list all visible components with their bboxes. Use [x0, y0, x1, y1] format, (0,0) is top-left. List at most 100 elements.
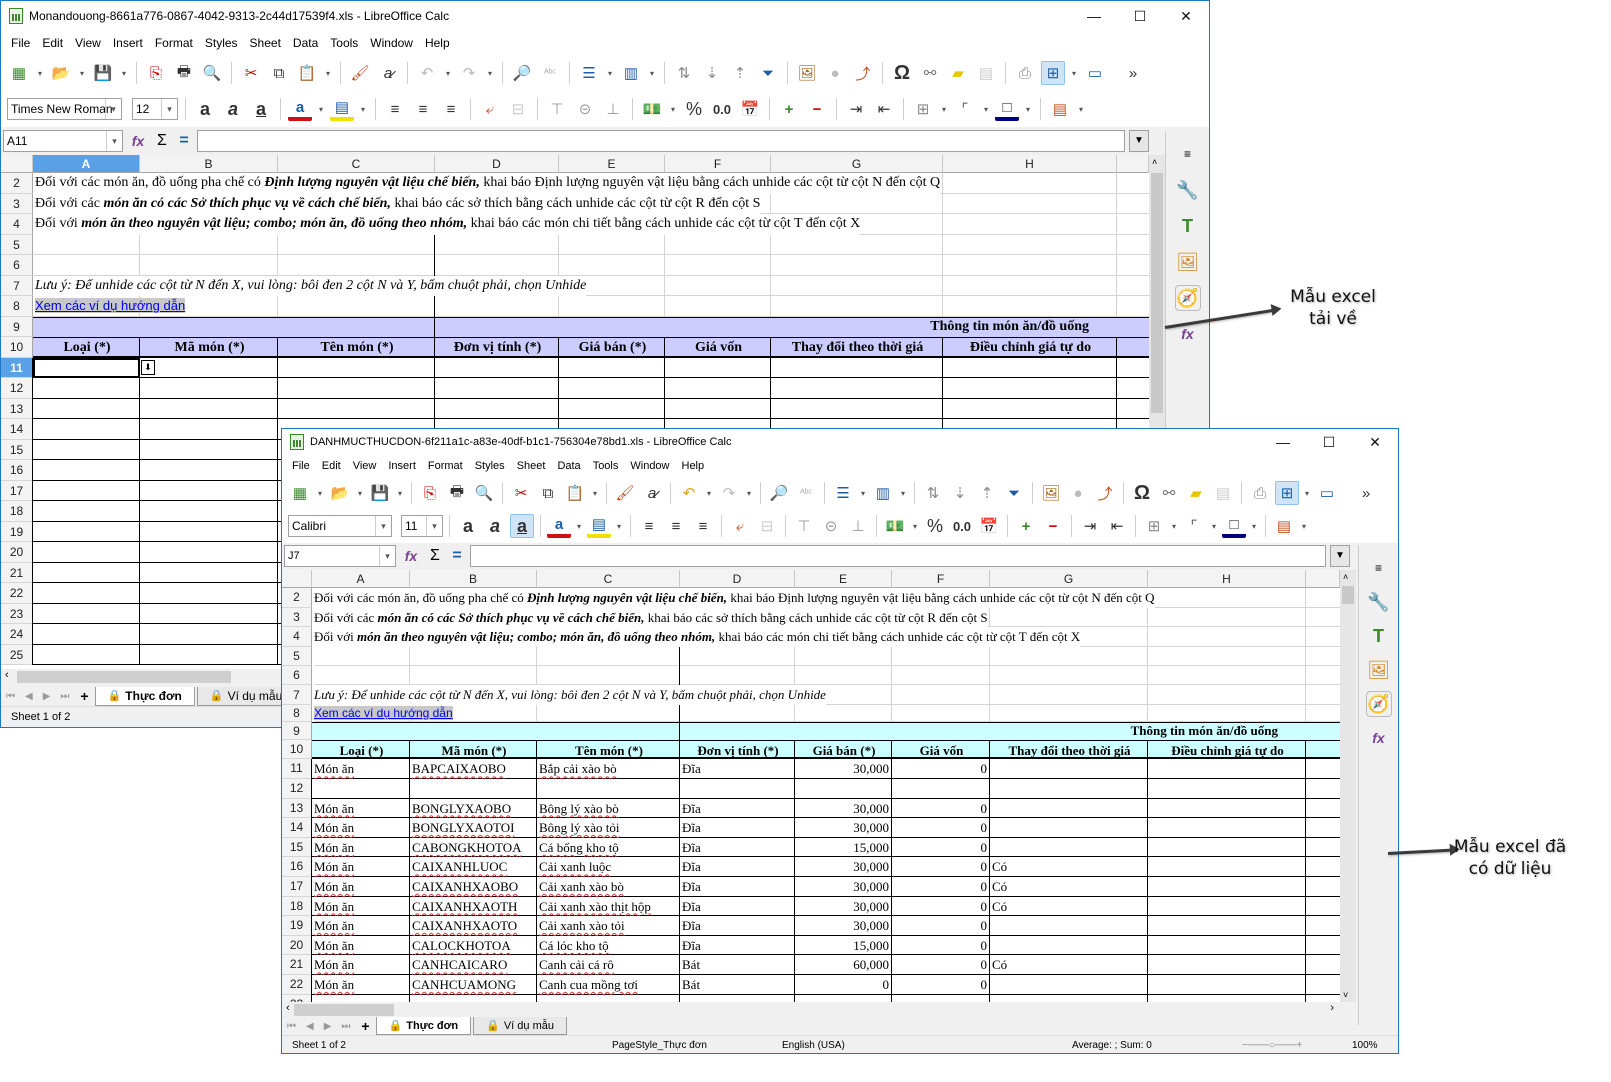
row-header-6[interactable]: 6: [282, 665, 312, 685]
row-header-7[interactable]: 7: [1, 275, 33, 296]
percent-icon[interactable]: %: [682, 97, 706, 121]
menu-window[interactable]: Window: [364, 36, 419, 50]
cell-gia-ban[interactable]: 30,000: [795, 799, 889, 819]
add-sheet-button[interactable]: +: [355, 1018, 375, 1034]
column-header-b[interactable]: B: [410, 570, 537, 588]
cell-ma-mon[interactable]: CAIXANHXAOTH: [410, 897, 535, 917]
clear-formatting-icon[interactable]: a̷: [640, 481, 664, 505]
column-header-a[interactable]: A: [312, 570, 410, 588]
split-window-icon[interactable]: ▭: [1083, 61, 1107, 85]
menu-edit[interactable]: Edit: [316, 460, 347, 472]
column-header-h[interactable]: H: [943, 155, 1117, 173]
font-color-dropdown-icon[interactable]: ▾: [316, 97, 326, 121]
align-bottom-icon[interactable]: ⊥: [601, 97, 625, 121]
row-header-18[interactable]: 18: [1, 501, 33, 522]
name-box[interactable]: J7 ▾: [284, 545, 396, 567]
row-header-23[interactable]: 23: [1, 603, 33, 624]
column-header-a[interactable]: A: [33, 155, 140, 173]
cell-gia-von[interactable]: 0: [892, 955, 988, 975]
border-style-icon[interactable]: ⌜: [1182, 514, 1206, 538]
merge-cells-icon[interactable]: ⊟: [755, 514, 779, 538]
comment-icon[interactable]: ▰: [1184, 481, 1208, 505]
menu-tools[interactable]: Tools: [324, 36, 364, 50]
cell-don-vi-tinh[interactable]: Đĩa: [680, 838, 793, 858]
open-folder-icon[interactable]: 📂: [49, 61, 73, 85]
copy-icon[interactable]: ⧉: [536, 481, 560, 505]
row-header-12[interactable]: 12: [1, 378, 33, 399]
font-name-select[interactable]: Times New Roman ▾: [7, 98, 122, 120]
cell-loai[interactable]: Món ăn: [312, 916, 408, 936]
freeze-dropdown-icon[interactable]: ▾: [1069, 61, 1079, 85]
redo-icon[interactable]: ↷: [717, 481, 741, 505]
cell-loai[interactable]: Món ăn: [312, 877, 408, 897]
border-style-dropdown-icon[interactable]: ▾: [981, 97, 991, 121]
insert-image-icon[interactable]: 🖼: [795, 61, 819, 85]
number-format-icon[interactable]: 0.0: [710, 97, 734, 121]
column-dropdown-icon[interactable]: ▾: [898, 481, 908, 505]
next-sheet-icon[interactable]: ▶: [319, 1021, 337, 1032]
row-header-3[interactable]: 3: [282, 607, 312, 628]
cell-thay-doi[interactable]: Có: [990, 877, 1146, 897]
column-header-g[interactable]: G: [771, 155, 943, 173]
row-header-10[interactable]: 10: [282, 739, 312, 760]
chevron-down-icon[interactable]: ▾: [106, 131, 122, 151]
freeze-rows-columns-icon[interactable]: ⊞: [1041, 61, 1065, 85]
menu-styles[interactable]: Styles: [469, 460, 511, 472]
cell-don-vi-tinh[interactable]: Đĩa: [680, 897, 793, 917]
special-character-icon[interactable]: Ω: [890, 61, 914, 85]
minimize-button[interactable]: —: [1260, 429, 1306, 455]
border-color-icon[interactable]: □: [1222, 514, 1246, 538]
minimize-button[interactable]: —: [1071, 1, 1117, 31]
wrap-text-icon[interactable]: ⤶: [728, 514, 752, 538]
cell-don-vi-tinh[interactable]: Đĩa: [680, 877, 793, 897]
formula-icon[interactable]: =: [448, 547, 466, 565]
currency-dropdown-icon[interactable]: ▾: [910, 514, 920, 538]
cell-gia-von[interactable]: 0: [892, 799, 988, 819]
row-header-11[interactable]: 11: [1, 357, 33, 378]
column-header-c[interactable]: C: [537, 570, 680, 588]
cell-ten-mon[interactable]: Cải xanh luộc: [537, 857, 678, 877]
column-icon[interactable]: ▥: [619, 61, 643, 85]
menu-format[interactable]: Format: [149, 36, 199, 50]
conditional-dropdown-icon[interactable]: ▾: [1076, 97, 1086, 121]
column-header-c[interactable]: C: [278, 155, 435, 173]
cell-ten-mon[interactable]: [537, 779, 678, 799]
cell-gia-von[interactable]: 0: [892, 857, 988, 877]
sidebar-menu-icon[interactable]: ≡: [1175, 141, 1201, 167]
cell-loai[interactable]: Món ăn: [312, 818, 408, 838]
underline-icon[interactable]: a: [510, 514, 534, 538]
spelling-icon[interactable]: ᴬᵇᶜ: [538, 61, 562, 85]
column-header-f[interactable]: F: [665, 155, 771, 173]
cell-loai[interactable]: Món ăn: [312, 897, 408, 917]
row-header-17[interactable]: 17: [282, 877, 312, 897]
align-top-icon[interactable]: ⊤: [545, 97, 569, 121]
save-icon[interactable]: 💾: [368, 481, 392, 505]
cell-ma-mon[interactable]: BONGLYXAOTOI: [410, 818, 535, 838]
last-sheet-icon[interactable]: ⏭: [55, 691, 74, 702]
close-button[interactable]: ✕: [1163, 1, 1209, 31]
column-header-b[interactable]: B: [140, 155, 278, 173]
examples-link[interactable]: Xem các ví dụ hướng dẫn: [35, 298, 186, 313]
underline-icon[interactable]: a: [249, 97, 273, 121]
zoom-slider[interactable]: −───○───+: [1232, 1040, 1342, 1051]
row-header-19[interactable]: 19: [282, 916, 312, 936]
currency-icon[interactable]: 💵: [883, 514, 907, 538]
row-dropdown-icon[interactable]: ▾: [858, 481, 868, 505]
pivot-table-icon[interactable]: ⤴: [851, 61, 875, 85]
scroll-up-icon[interactable]: ˄: [1343, 572, 1348, 582]
align-bottom-icon[interactable]: ⊥: [846, 514, 870, 538]
sidebar-menu-icon[interactable]: ≡: [1366, 555, 1392, 581]
align-top-icon[interactable]: ⊤: [792, 514, 816, 538]
cell-gia-von[interactable]: 0: [892, 975, 988, 995]
wrap-text-icon[interactable]: ⤶: [478, 97, 502, 121]
cell-gia-ban[interactable]: 15,000: [795, 838, 889, 858]
sheet-tab-vi-du-mau[interactable]: 🔒 Ví dụ mẫu: [473, 1017, 567, 1035]
toolbar-overflow-icon[interactable]: »: [1121, 61, 1145, 85]
autofilter-icon[interactable]: ⏷: [756, 61, 780, 85]
freeze-rows-columns-icon[interactable]: ⊞: [1275, 481, 1299, 505]
delete-decimal-icon[interactable]: −: [1041, 514, 1065, 538]
sheet-tab-thuc-don[interactable]: 🔒 Thực đơn: [375, 1017, 472, 1035]
scrollbar-thumb[interactable]: [17, 671, 231, 683]
cell-gia-ban[interactable]: 30,000: [795, 897, 889, 917]
formula-input[interactable]: [197, 130, 1125, 152]
